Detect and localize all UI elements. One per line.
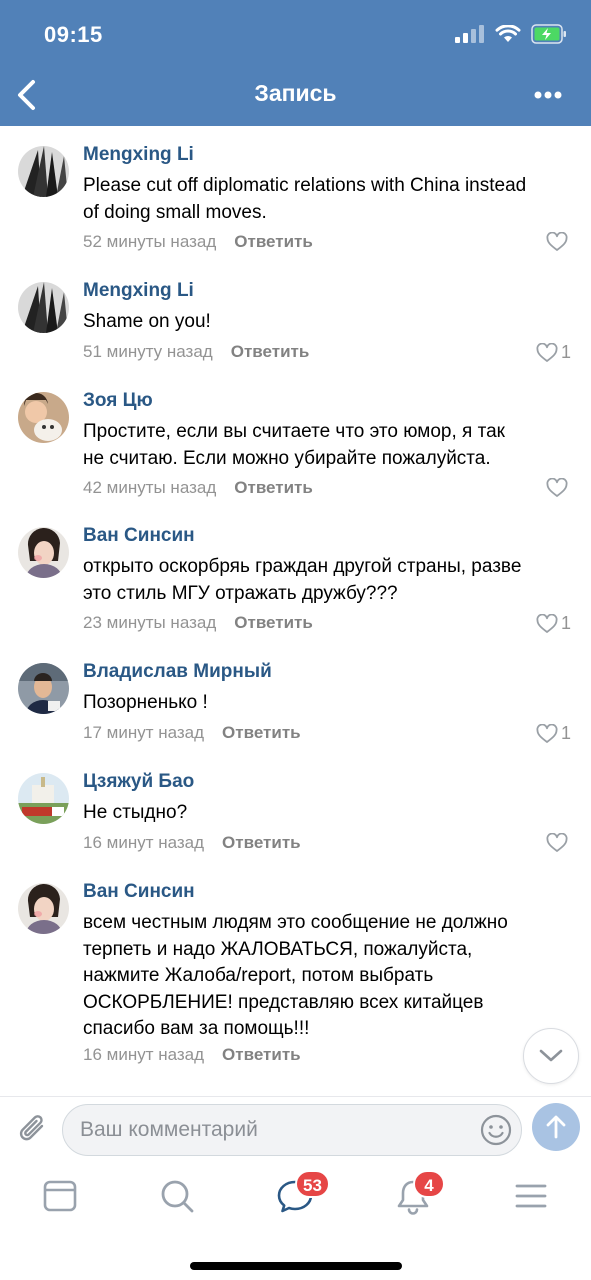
comment-input[interactable] (80, 1105, 470, 1155)
comment-author[interactable]: Владислав Мирный (83, 661, 272, 683)
reply-button[interactable]: Ответить (222, 833, 301, 853)
heart-icon (536, 342, 558, 362)
like-button[interactable] (546, 232, 571, 252)
comment-text-line: нажмите Жалоба/report, потом выбрать (83, 965, 434, 986)
send-button[interactable] (532, 1103, 580, 1151)
comment-text: Не стыдно? (83, 800, 578, 827)
reply-button[interactable]: Ответить (222, 723, 301, 743)
scroll-down-button[interactable] (523, 1028, 579, 1084)
heart-icon (546, 833, 568, 852)
heart-icon (536, 723, 558, 743)
comment-text-line: это стиль МГУ отражать дружбу??? (83, 582, 398, 604)
search-icon[interactable] (157, 1176, 197, 1216)
comment-text-line: Shame on you! (83, 311, 211, 332)
battery-icon (531, 24, 566, 44)
avatar[interactable] (18, 146, 69, 197)
comment-author[interactable]: Mengxing Li (83, 144, 194, 166)
comment-text-line: спасибо вам за помощь!!! (83, 1018, 310, 1039)
comment-meta: 23 минуты назад Ответить (83, 613, 313, 633)
reply-button[interactable]: Ответить (234, 232, 313, 252)
reply-button[interactable]: Ответить (234, 478, 313, 498)
more-icon[interactable] (533, 90, 563, 100)
comment-text-line: не считаю. Если можно убирайте пожалуйст… (83, 447, 491, 469)
like-count: 1 (560, 342, 571, 362)
comment-text-line: Не стыдно? (83, 802, 188, 823)
reply-button[interactable]: Ответить (222, 1045, 301, 1065)
comment-text: всем честным людям это сообщение не долж… (83, 910, 578, 1043)
heart-icon (546, 232, 568, 251)
status-time: 09:15 (44, 22, 103, 47)
like-button[interactable] (546, 833, 571, 853)
signal-icon (455, 25, 484, 43)
heart-icon (546, 478, 568, 497)
heart-icon (536, 613, 558, 633)
comment-composer (0, 1096, 591, 1162)
comment-author[interactable]: Цзяжуй Бао (83, 771, 194, 793)
avatar[interactable] (18, 282, 69, 333)
avatar[interactable] (18, 883, 69, 934)
like-count: 1 (560, 613, 571, 633)
header: 09:15 Запись (0, 0, 591, 126)
comment-time: 16 минут назад (83, 1045, 205, 1064)
avatar[interactable] (18, 527, 69, 578)
like-button[interactable] (546, 478, 571, 498)
avatar[interactable] (18, 663, 69, 714)
comment-text: Please cut off diplomatic relations with… (83, 173, 578, 226)
comment-meta: 42 минуты назад Ответить (83, 478, 313, 498)
comment-text-line: Позорненько ! (83, 692, 208, 713)
avatar[interactable] (18, 773, 69, 824)
status-icons (455, 24, 567, 44)
menu-icon[interactable] (511, 1176, 551, 1216)
comment-meta: 16 минут назад Ответить (83, 1045, 301, 1065)
comment-text-line: всем честным людям это сообщение не долж… (83, 912, 508, 933)
news-icon[interactable] (40, 1176, 80, 1216)
comment-author[interactable]: Mengxing Li (83, 280, 194, 302)
comment-meta: 52 минуты назад Ответить (83, 232, 313, 252)
arrow-up-icon (546, 1115, 566, 1139)
page-title: Запись (254, 80, 337, 106)
tab-messages[interactable]: 53 (275, 1170, 330, 1216)
like-button[interactable]: 1 (536, 613, 571, 634)
comment-text-line: открыто оскорбряь граждан другой страны,… (83, 556, 522, 577)
comment-author[interactable]: Зоя Цю (83, 390, 153, 412)
comment-text: Простите, если вы считаете что это юмор,… (83, 419, 578, 472)
home-indicator (190, 1262, 402, 1270)
wifi-icon (495, 25, 521, 42)
comment-text: Shame on you! (83, 309, 578, 336)
notifications-badge: 4 (413, 1170, 445, 1198)
comment-text: открыто оскорбряь граждан другой страны,… (83, 554, 578, 607)
comment-text-line: of doing small moves. (83, 201, 267, 223)
comment-time: 23 минуты назад (83, 613, 217, 632)
reply-button[interactable]: Ответить (234, 613, 313, 633)
comment-text-line: терпеть и надо ЖАЛОВАТЬСЯ, пожалуйста, (83, 938, 473, 960)
comment-text-line: Простите, если вы считаете что это юмор,… (83, 421, 505, 442)
comment-meta: 17 минут назад Ответить (83, 723, 301, 743)
comment-time: 16 минут назад (83, 833, 205, 852)
comment-time: 51 минуту назад (83, 342, 213, 361)
comment-input-wrapper (62, 1104, 522, 1156)
comment-time: 52 минуты назад (83, 232, 217, 251)
comment-author[interactable]: Ван Синсин (83, 881, 195, 903)
comment-text-line: Please cut off diplomatic relations with… (83, 175, 527, 196)
comment-time: 17 минут назад (83, 723, 205, 742)
like-count: 1 (560, 723, 571, 743)
reply-button[interactable]: Ответить (231, 342, 310, 362)
like-button[interactable]: 1 (536, 342, 571, 363)
comment-meta: 16 минут назад Ответить (83, 833, 301, 853)
comment-meta: 51 минуту назад Ответить (83, 342, 309, 362)
like-button[interactable]: 1 (536, 723, 571, 744)
chevron-down-icon (539, 1049, 563, 1062)
comment-author[interactable]: Ван Синсин (83, 525, 195, 547)
app-screen: 09:15 Запись Mengxing Li Please cut off … (0, 0, 591, 1280)
tab-notifications[interactable]: 4 (393, 1170, 445, 1216)
avatar[interactable] (18, 392, 69, 443)
comment-time: 42 минуты назад (83, 478, 217, 497)
paperclip-icon[interactable] (16, 1111, 50, 1147)
messages-badge: 53 (295, 1170, 330, 1198)
comment-text-line: ОСКОРБЛЕНИЕ! представляю всех китайцев (83, 991, 484, 1013)
comment-text: Позорненько ! (83, 690, 578, 717)
emoji-icon[interactable] (479, 1113, 513, 1147)
